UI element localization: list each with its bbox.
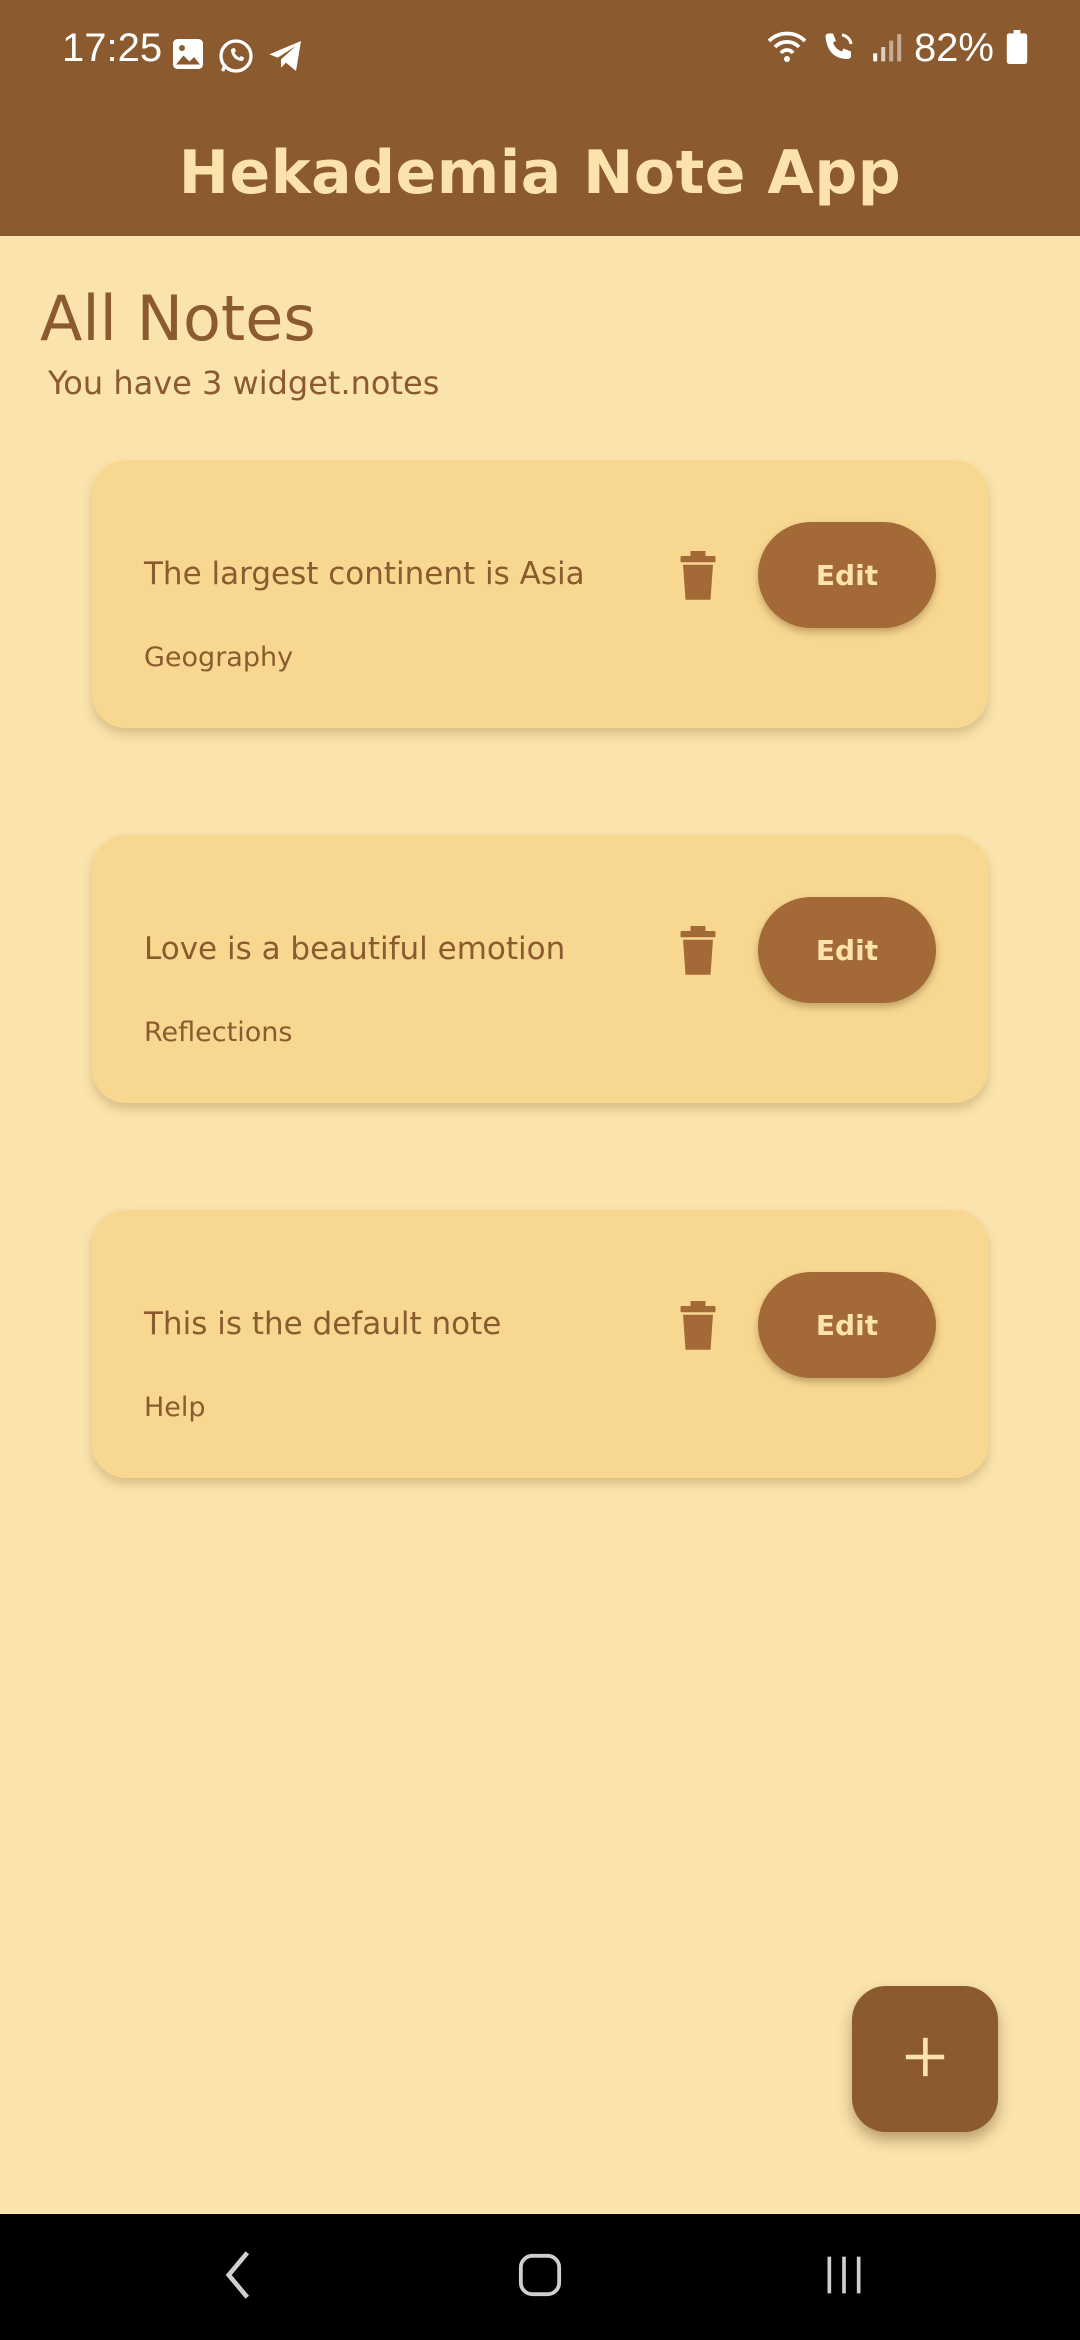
whatsapp-icon xyxy=(216,36,256,80)
note-title: Love is a beautiful emotion xyxy=(144,931,566,967)
note-category: Geography xyxy=(144,642,294,673)
signal-icon xyxy=(870,30,902,68)
status-time: 17:25 xyxy=(62,26,163,70)
add-note-button[interactable] xyxy=(852,1986,998,2132)
delete-button[interactable] xyxy=(668,923,728,983)
note-title: This is the default note xyxy=(144,1306,502,1342)
plus-icon xyxy=(902,2034,948,2084)
back-icon xyxy=(223,2249,253,2305)
delete-button[interactable] xyxy=(668,548,728,608)
edit-button[interactable]: Edit xyxy=(758,522,936,628)
trash-icon xyxy=(678,926,718,980)
delete-button[interactable] xyxy=(668,1298,728,1358)
system-nav-bar xyxy=(0,2214,1080,2340)
home-icon xyxy=(517,2252,563,2302)
recents-button[interactable] xyxy=(784,2214,904,2340)
notification-icons xyxy=(170,36,306,80)
note-card[interactable]: The largest continent is Asia Geography … xyxy=(92,460,988,728)
telegram-icon xyxy=(266,36,306,80)
note-card[interactable]: This is the default note Help Edit xyxy=(92,1210,988,1478)
note-category: Help xyxy=(144,1392,206,1423)
trash-icon xyxy=(678,1301,718,1355)
page-title: All Notes xyxy=(40,282,316,355)
back-button[interactable] xyxy=(178,2214,298,2340)
image-icon xyxy=(170,36,206,80)
notes-count-text: You have 3 widget.notes xyxy=(48,364,440,402)
home-button[interactable] xyxy=(480,2214,600,2340)
status-bar: 17:25 82% xyxy=(0,0,1080,110)
edit-button[interactable]: Edit xyxy=(758,1272,936,1378)
app-bar: Hekademia Note App xyxy=(0,110,1080,236)
trash-icon xyxy=(678,551,718,605)
recents-icon xyxy=(822,2253,866,2301)
note-title: The largest continent is Asia xyxy=(144,556,585,592)
system-status: 82% xyxy=(766,26,1028,71)
wifi-icon xyxy=(766,29,808,69)
note-category: Reflections xyxy=(144,1017,293,1048)
battery-percentage: 82% xyxy=(913,26,994,70)
edit-button[interactable]: Edit xyxy=(758,897,936,1003)
wifi-call-icon xyxy=(820,29,858,69)
app-title: Hekademia Note App xyxy=(178,138,902,208)
battery-icon xyxy=(1006,29,1028,68)
note-card[interactable]: Love is a beautiful emotion Reflections … xyxy=(92,835,988,1103)
